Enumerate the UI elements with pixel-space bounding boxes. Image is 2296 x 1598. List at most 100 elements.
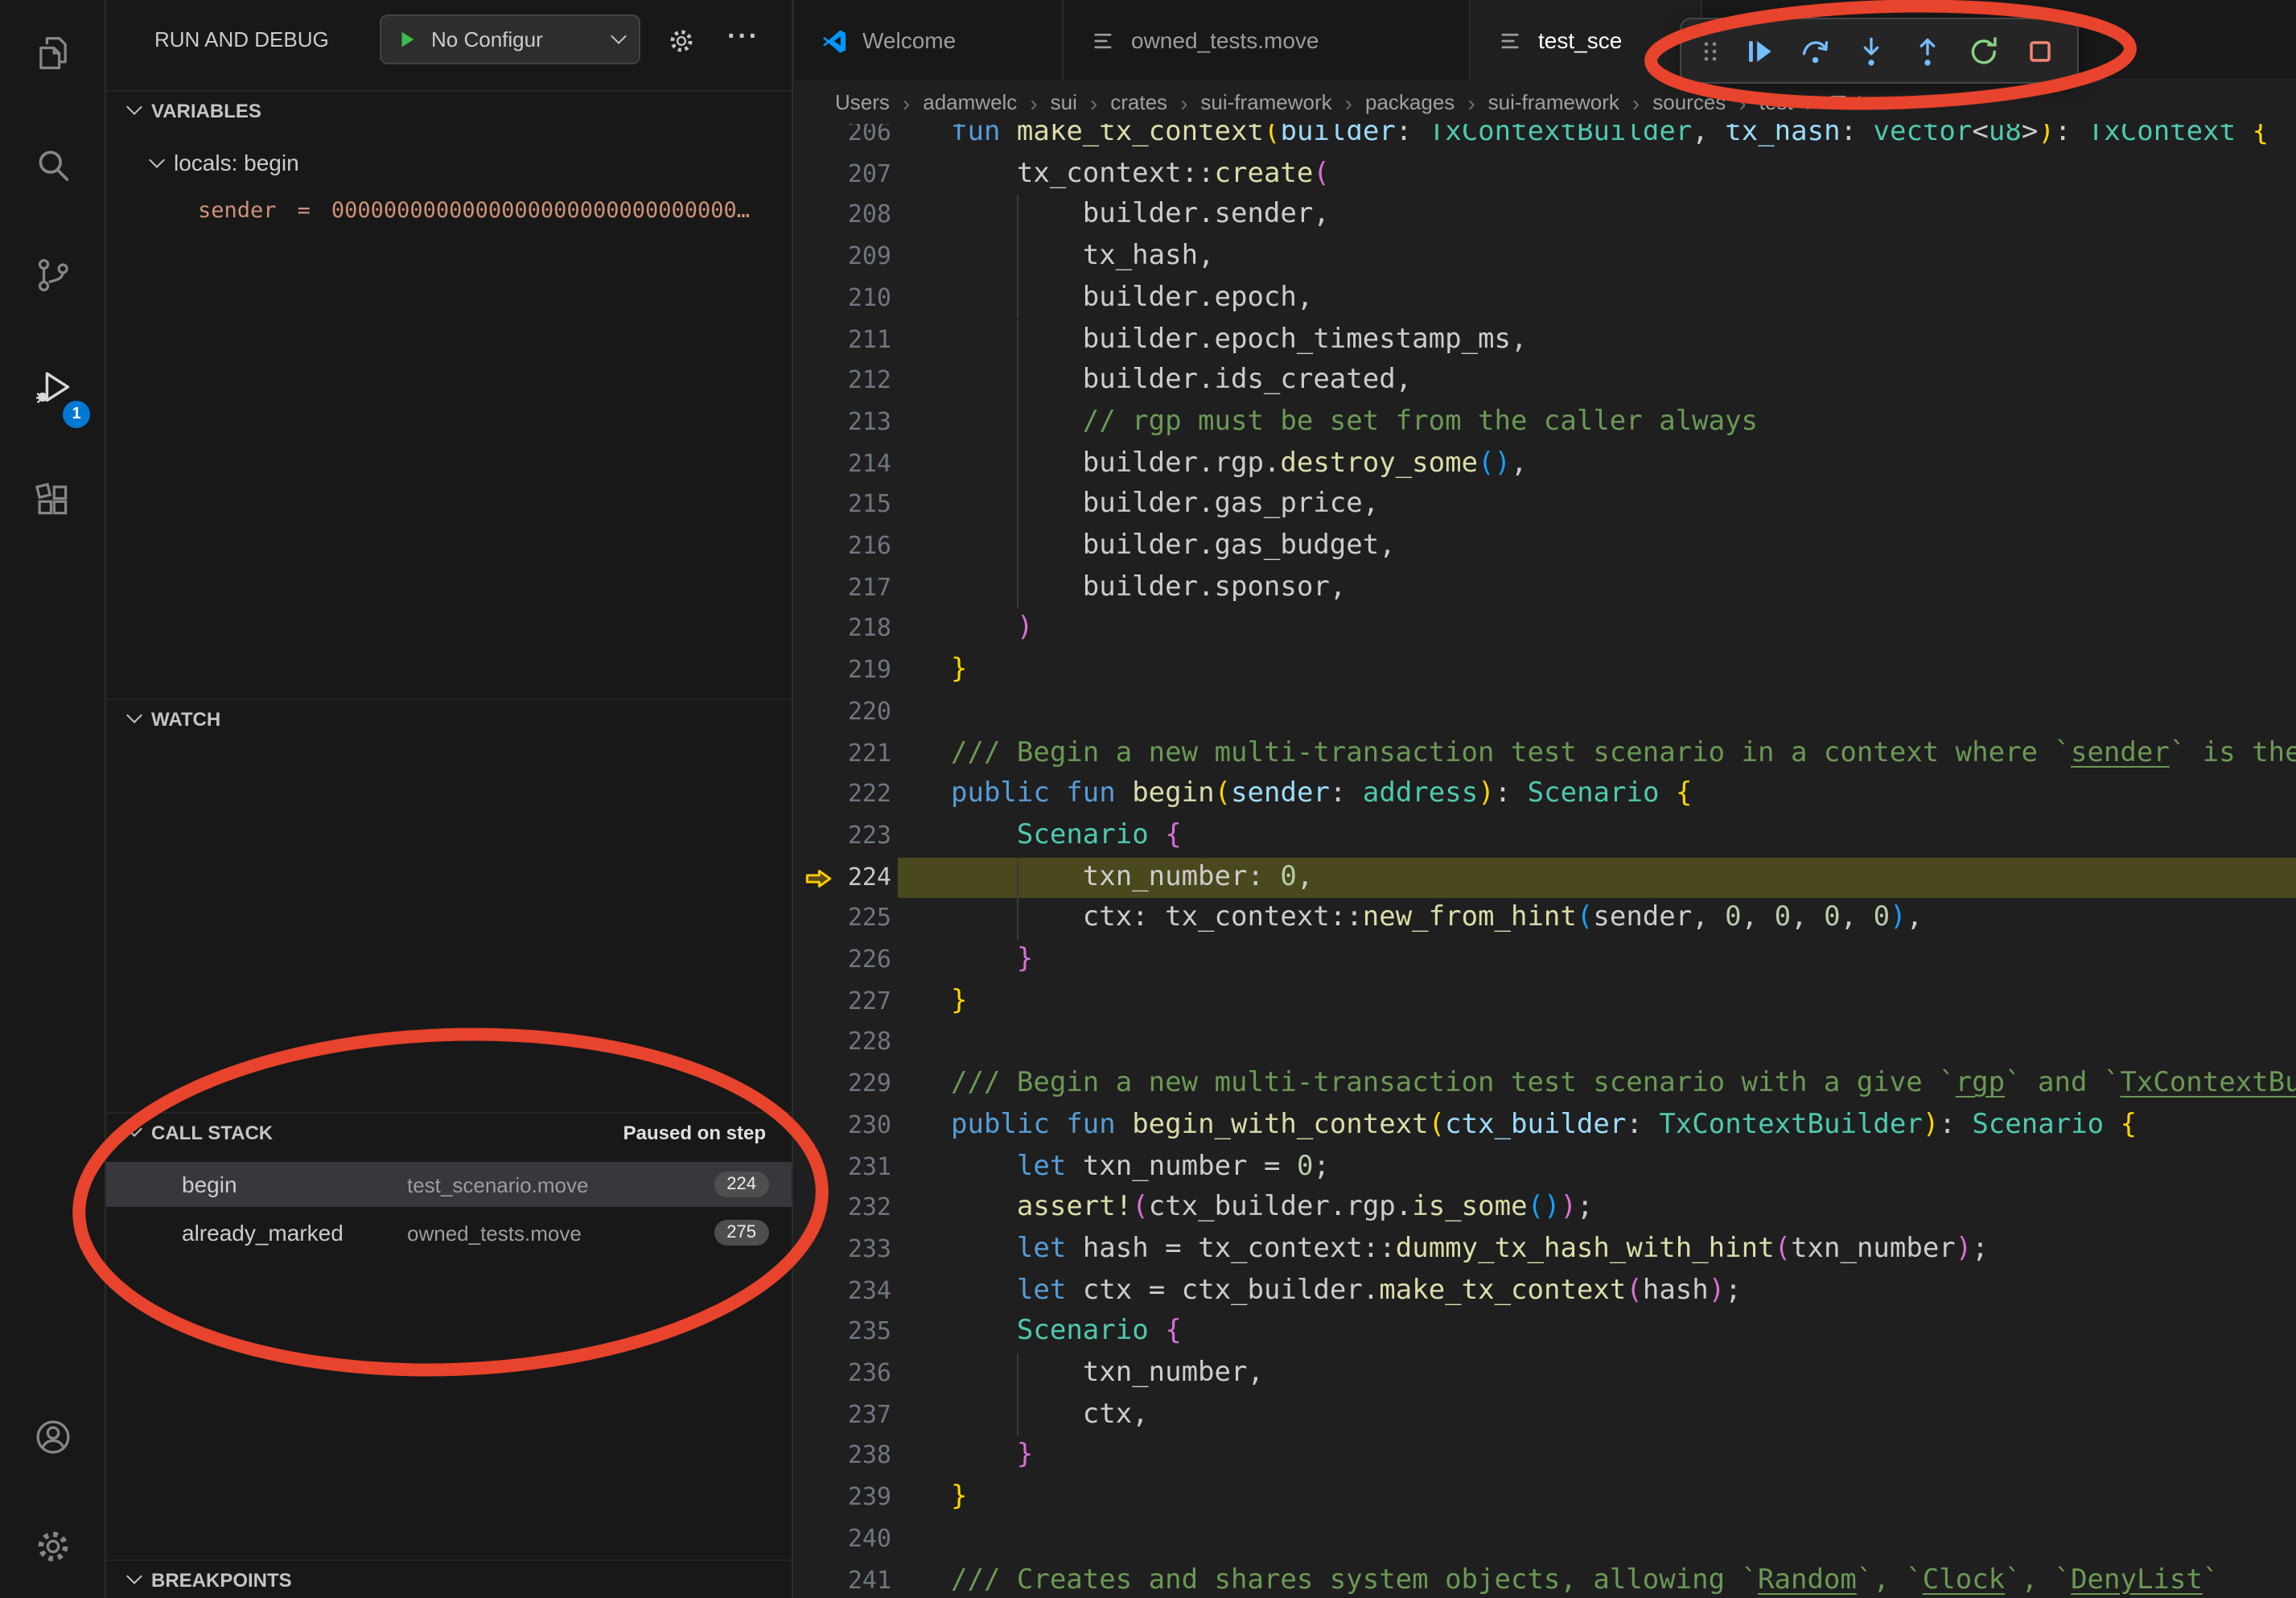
line-number[interactable]: 229 <box>795 1064 891 1105</box>
code-line-235[interactable]: 235 Scenario { <box>795 1312 2296 1353</box>
line-number[interactable]: 238 <box>795 1436 891 1477</box>
line-number[interactable]: 230 <box>795 1106 891 1147</box>
code-line-213[interactable]: 213 // rgp must be set from the caller a… <box>795 402 2296 443</box>
code-editor[interactable]: 206fun make_tx_context(builder: TxContex… <box>795 124 2296 1598</box>
line-number[interactable]: 210 <box>795 278 891 319</box>
code-line-212[interactable]: 212 builder.ids_created, <box>795 360 2296 402</box>
line-number[interactable]: 208 <box>795 196 891 237</box>
breadcrumb-item-adamwelc[interactable]: adamwelc <box>923 90 1017 114</box>
breadcrumb-item-crates[interactable]: crates <box>1110 90 1167 114</box>
drag-handle[interactable] <box>1694 27 1726 75</box>
line-number[interactable]: 227 <box>795 981 891 1022</box>
line-number[interactable]: 241 <box>795 1560 891 1598</box>
code-line-236[interactable]: 236 txn_number, <box>795 1353 2296 1394</box>
sidebar-item-explorer[interactable] <box>0 18 105 95</box>
line-number[interactable]: 239 <box>795 1477 891 1518</box>
tab-owned-tests-move[interactable]: owned_tests.move <box>1064 0 1471 80</box>
code-line-220[interactable]: 220 <box>795 692 2296 733</box>
line-number[interactable]: 240 <box>795 1519 891 1560</box>
breadcrumb-item-packages[interactable]: packages <box>1365 90 1455 114</box>
sidebar-item-extensions[interactable] <box>0 465 105 542</box>
line-number[interactable]: 236 <box>795 1353 891 1394</box>
code-line-238[interactable]: 238 } <box>795 1436 2296 1477</box>
tab-test-sce[interactable]: test_sce <box>1471 0 1702 80</box>
callstack-section-header[interactable]: CALL STACK Paused on step <box>106 1112 792 1151</box>
line-number[interactable]: 209 <box>795 237 891 278</box>
line-number[interactable]: 218 <box>795 609 891 650</box>
line-number[interactable]: 215 <box>795 485 891 526</box>
code-line-208[interactable]: 208 builder.sender, <box>795 196 2296 237</box>
callstack-frame-already-marked[interactable]: already_markedowned_tests.move275 <box>106 1210 792 1255</box>
line-number[interactable]: 223 <box>795 816 891 857</box>
code-line-223[interactable]: 223 Scenario { <box>795 816 2296 857</box>
step-out-button[interactable] <box>1903 27 1952 75</box>
line-number[interactable]: 226 <box>795 940 891 981</box>
stop-button[interactable] <box>2016 27 2064 75</box>
line-number[interactable]: 213 <box>795 402 891 443</box>
line-number[interactable]: 233 <box>795 1229 891 1271</box>
line-number[interactable]: 231 <box>795 1147 891 1188</box>
line-number[interactable]: 207 <box>795 154 891 195</box>
code-line-231[interactable]: 231 let txn_number = 0; <box>795 1147 2296 1188</box>
more-actions-button[interactable]: ··· <box>722 16 764 58</box>
variables-section-header[interactable]: VARIABLES <box>106 90 792 129</box>
line-number[interactable]: 234 <box>795 1271 891 1312</box>
breadcrumb-item-sui-framework[interactable]: sui-framework <box>1488 90 1619 114</box>
code-line-210[interactable]: 210 builder.epoch, <box>795 278 2296 319</box>
variable-row-sender[interactable]: sender = 0000000000000000000000000000000… <box>106 190 792 232</box>
code-line-229[interactable]: 229/// Begin a new multi-transaction tes… <box>795 1064 2296 1105</box>
line-number[interactable]: 214 <box>795 443 891 484</box>
configure-gear-button[interactable] <box>660 19 702 61</box>
code-line-222[interactable]: 222public fun begin(sender: address): Sc… <box>795 774 2296 815</box>
line-number[interactable]: 225 <box>795 899 891 940</box>
code-line-232[interactable]: 232 assert!(ctx_builder.rgp.is_some()); <box>795 1188 2296 1229</box>
code-line-214[interactable]: 214 builder.rgp.destroy_some(), <box>795 443 2296 484</box>
settings-button[interactable] <box>0 1511 105 1588</box>
continue-button[interactable] <box>1734 27 1783 75</box>
breadcrumb-item-sources[interactable]: sources <box>1652 90 1726 114</box>
line-number[interactable]: 216 <box>795 526 891 567</box>
code-line-239[interactable]: 239} <box>795 1477 2296 1518</box>
tab-welcome[interactable]: Welcome <box>795 0 1064 80</box>
line-number[interactable]: 235 <box>795 1312 891 1353</box>
breadcrumb-item-test[interactable]: test <box>1759 90 1793 114</box>
step-over-button[interactable] <box>1791 27 1839 75</box>
line-number[interactable]: 212 <box>795 360 891 402</box>
breadcrumb-item-users[interactable]: Users <box>835 90 890 114</box>
watch-section-header[interactable]: WATCH <box>106 698 792 737</box>
line-number[interactable]: 219 <box>795 650 891 691</box>
code-line-219[interactable]: 219} <box>795 650 2296 691</box>
code-line-207[interactable]: 207 tx_context::create( <box>795 154 2296 195</box>
accounts-button[interactable] <box>0 1402 105 1479</box>
code-line-225[interactable]: 225 ctx: tx_context::new_from_hint(sende… <box>795 899 2296 940</box>
line-number[interactable]: 228 <box>795 1023 891 1064</box>
variables-scope-row[interactable]: locals: begin <box>106 142 792 183</box>
code-line-241[interactable]: 241/// Creates and shares system objects… <box>795 1560 2296 1598</box>
line-number[interactable]: 206 <box>795 124 891 154</box>
code-line-227[interactable]: 227} <box>795 981 2296 1022</box>
code-line-230[interactable]: 230public fun begin_with_context(ctx_bui… <box>795 1106 2296 1147</box>
code-line-216[interactable]: 216 builder.gas_budget, <box>795 526 2296 567</box>
line-number[interactable]: 211 <box>795 319 891 360</box>
breadcrumb-item-sui[interactable]: sui <box>1051 90 1077 114</box>
code-line-209[interactable]: 209 tx_hash, <box>795 237 2296 278</box>
code-line-234[interactable]: 234 let ctx = ctx_builder.make_tx_contex… <box>795 1271 2296 1312</box>
line-number[interactable]: 221 <box>795 733 891 774</box>
code-line-240[interactable]: 240 <box>795 1519 2296 1560</box>
code-line-215[interactable]: 215 builder.gas_price, <box>795 485 2296 526</box>
sidebar-item-run-and-debug[interactable]: 1 <box>0 352 105 430</box>
sidebar-item-source-control[interactable] <box>0 240 105 317</box>
line-number[interactable]: 224 <box>795 857 891 898</box>
code-line-228[interactable]: 228 <box>795 1023 2296 1064</box>
restart-button[interactable] <box>1960 27 2008 75</box>
code-line-226[interactable]: 226 } <box>795 940 2296 981</box>
callstack-frame-begin[interactable]: begintest_scenario.move224 <box>106 1162 792 1207</box>
breakpoints-section-header[interactable]: BREAKPOINTS <box>106 1559 792 1598</box>
code-line-233[interactable]: 233 let hash = tx_context::dummy_tx_hash… <box>795 1229 2296 1271</box>
start-debugging-icon[interactable] <box>396 27 420 51</box>
line-number[interactable]: 237 <box>795 1394 891 1435</box>
code-line-206[interactable]: 206fun make_tx_context(builder: TxContex… <box>795 124 2296 154</box>
launch-configuration-dropdown[interactable]: No Configur <box>380 14 640 64</box>
line-number[interactable]: 222 <box>795 774 891 815</box>
code-line-217[interactable]: 217 builder.sponsor, <box>795 567 2296 608</box>
